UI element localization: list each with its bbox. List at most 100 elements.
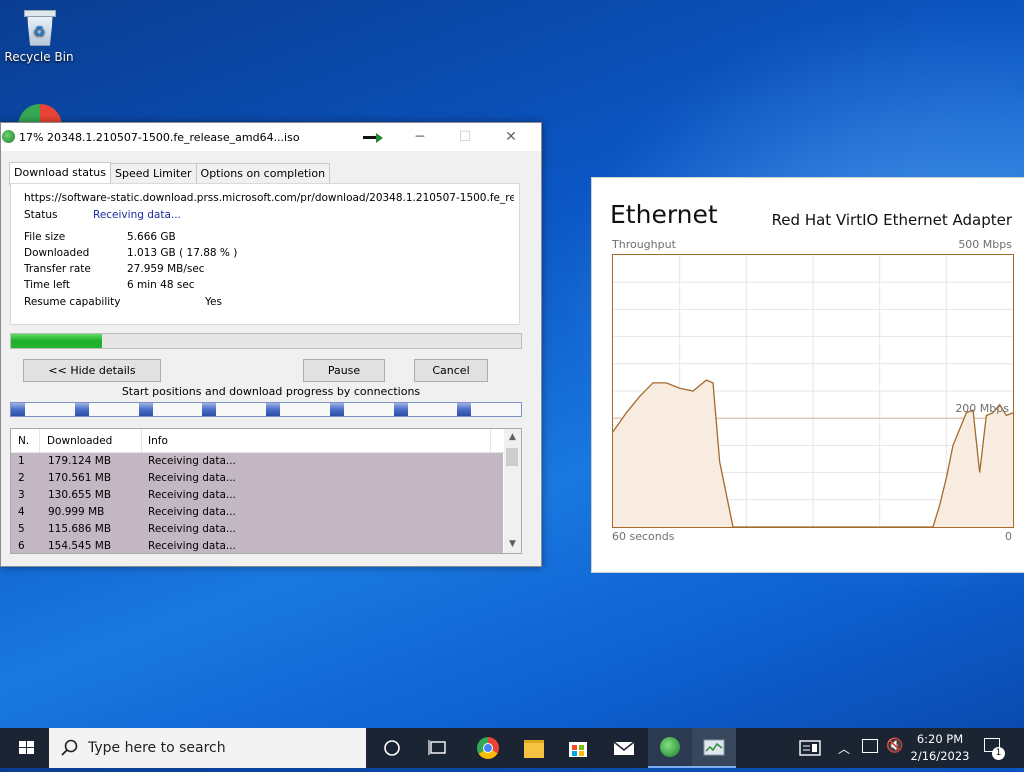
downloaded-value: 1.013 GB ( 17.88 % ) <box>127 247 238 259</box>
download-status-panel: https://software-static.download.prss.mi… <box>10 183 520 325</box>
network-icon[interactable] <box>862 739 878 753</box>
connection-row[interactable]: 4 90.999 MB Receiving data... <box>11 504 503 521</box>
task-view-icon <box>428 740 446 755</box>
cortana-circle-icon <box>384 740 400 756</box>
connection-info: Receiving data... <box>148 506 236 518</box>
column-header-downloaded[interactable]: Downloaded <box>47 435 112 447</box>
task-manager-taskbar-button[interactable] <box>692 728 736 768</box>
idm-globe-icon <box>660 737 680 757</box>
connection-downloaded: 115.686 MB <box>48 523 112 535</box>
cancel-button[interactable]: Cancel <box>414 359 488 382</box>
tab-speed-limiter[interactable]: Speed Limiter <box>109 163 197 184</box>
connection-segment-marker <box>394 403 408 416</box>
cortana-button[interactable] <box>370 728 414 768</box>
idm-window-title: 17% 20348.1.210507-1500.fe_release_amd64… <box>19 131 300 144</box>
connection-downloaded: 90.999 MB <box>48 506 105 518</box>
idm-titlebar[interactable]: 17% 20348.1.210507-1500.fe_release_amd64… <box>1 123 541 151</box>
column-header-n[interactable]: N. <box>18 435 29 447</box>
connections-list: N. Downloaded Info 1 179.124 MB Receiving … <box>10 428 522 554</box>
tab-options-on-completion[interactable]: Options on completion <box>195 163 331 184</box>
connection-number: 3 <box>18 489 25 501</box>
connections-caption: Start positions and download progress by… <box>121 385 421 398</box>
connection-row[interactable]: 2 170.561 MB Receiving data... <box>11 470 503 487</box>
connection-number: 5 <box>18 523 25 535</box>
pause-button[interactable]: Pause <box>303 359 385 382</box>
connections-progress-bar <box>10 402 522 417</box>
tab-download-status[interactable]: Download status <box>9 162 111 185</box>
news-icon <box>799 740 821 756</box>
scroll-up-icon[interactable]: ▲ <box>504 429 521 446</box>
mid-scale-label: 200 Mbps <box>955 402 1009 415</box>
windows-logo-icon <box>19 741 34 754</box>
idm-app-icon <box>2 130 15 143</box>
mail-taskbar-button[interactable] <box>602 728 646 768</box>
minimize-button[interactable]: ─ <box>397 123 443 151</box>
connection-number: 6 <box>18 540 25 552</box>
news-interests-button[interactable] <box>788 728 832 768</box>
ethernet-title: Ethernet <box>610 200 718 229</box>
connection-info: Receiving data... <box>148 455 236 467</box>
connection-number: 1 <box>18 455 25 467</box>
volume-muted-icon[interactable]: 🔇 <box>886 738 903 754</box>
file-size-label: File size <box>24 231 66 243</box>
scroll-down-icon[interactable]: ▼ <box>504 536 521 553</box>
connection-row[interactable]: 1 179.124 MB Receiving data... <box>11 453 503 470</box>
connection-row[interactable]: 6 154.545 MB Receiving data... <box>11 538 503 553</box>
connection-segment-marker <box>11 403 25 416</box>
show-hidden-icons-chevron-icon[interactable]: ︿ <box>838 740 850 757</box>
time-window-label: 60 seconds <box>612 530 675 543</box>
connection-info: Receiving data... <box>148 489 236 501</box>
connection-segment-marker <box>202 403 216 416</box>
column-header-info[interactable]: Info <box>148 435 168 447</box>
time-left-value: 6 min 48 sec <box>127 279 195 291</box>
recycle-bin-icon: ♻ <box>22 8 56 46</box>
download-progress-bar <box>10 333 522 349</box>
recycle-bin-desktop-icon[interactable]: ♻ Recycle Bin <box>2 0 76 64</box>
taskbar: Type here to search ︿ 🔇 6:20 PM 2/16/202… <box>0 728 1024 768</box>
chrome-taskbar-button[interactable] <box>466 728 510 768</box>
idm-tabs: Download status Speed Limiter Options on c… <box>9 161 331 185</box>
store-taskbar-button[interactable] <box>556 728 600 768</box>
connection-info: Receiving data... <box>148 540 236 552</box>
connection-segment-marker <box>457 403 471 416</box>
connections-list-header: N. Downloaded Info <box>11 429 521 453</box>
adapter-name: Red Hat VirtIO Ethernet Adapter <box>771 211 1012 229</box>
connection-number: 2 <box>18 472 25 484</box>
connections-scrollbar[interactable]: ▲ ▼ <box>504 429 521 553</box>
mouse-cursor-icon <box>1016 502 1024 518</box>
status-value: Receiving data... <box>93 209 181 221</box>
search-icon <box>61 739 78 756</box>
clock-date[interactable]: 2/16/2023 <box>905 749 975 763</box>
task-view-button[interactable] <box>416 728 460 768</box>
start-button[interactable] <box>4 728 48 768</box>
connection-downloaded: 154.545 MB <box>48 540 112 552</box>
scroll-thumb[interactable] <box>506 448 518 466</box>
close-button[interactable]: ✕ <box>488 123 534 151</box>
status-label: Status <box>24 209 58 221</box>
notification-badge: 1 <box>992 747 1005 760</box>
maximize-button[interactable]: ☐ <box>442 123 488 151</box>
connection-downloaded: 170.561 MB <box>48 472 112 484</box>
arrow-head-icon <box>376 133 383 143</box>
connection-row[interactable]: 5 115.686 MB Receiving data... <box>11 521 503 538</box>
download-url: https://software-static.download.prss.mi… <box>24 192 514 204</box>
connection-segment-marker <box>330 403 344 416</box>
arrow-icon <box>363 136 377 139</box>
store-bag-icon <box>569 742 587 757</box>
file-explorer-taskbar-button[interactable] <box>512 728 556 768</box>
clock-time[interactable]: 6:20 PM <box>905 732 975 746</box>
throughput-graph: 200 Mbps <box>612 254 1014 528</box>
downloaded-label: Downloaded <box>24 247 90 259</box>
search-box[interactable]: Type here to search <box>49 728 366 768</box>
throughput-label: Throughput <box>612 238 676 251</box>
connection-info: Receiving data... <box>148 472 236 484</box>
zero-label: 0 <box>1005 530 1012 543</box>
hide-details-button[interactable]: << Hide details <box>23 359 161 382</box>
connection-downloaded: 130.655 MB <box>48 489 112 501</box>
resume-capability-value: Yes <box>205 296 222 308</box>
mail-envelope-icon <box>613 741 635 755</box>
connection-segment-marker <box>266 403 280 416</box>
throughput-chart <box>612 255 1014 528</box>
idm-taskbar-button[interactable] <box>648 728 692 768</box>
connection-row[interactable]: 3 130.655 MB Receiving data... <box>11 487 503 504</box>
